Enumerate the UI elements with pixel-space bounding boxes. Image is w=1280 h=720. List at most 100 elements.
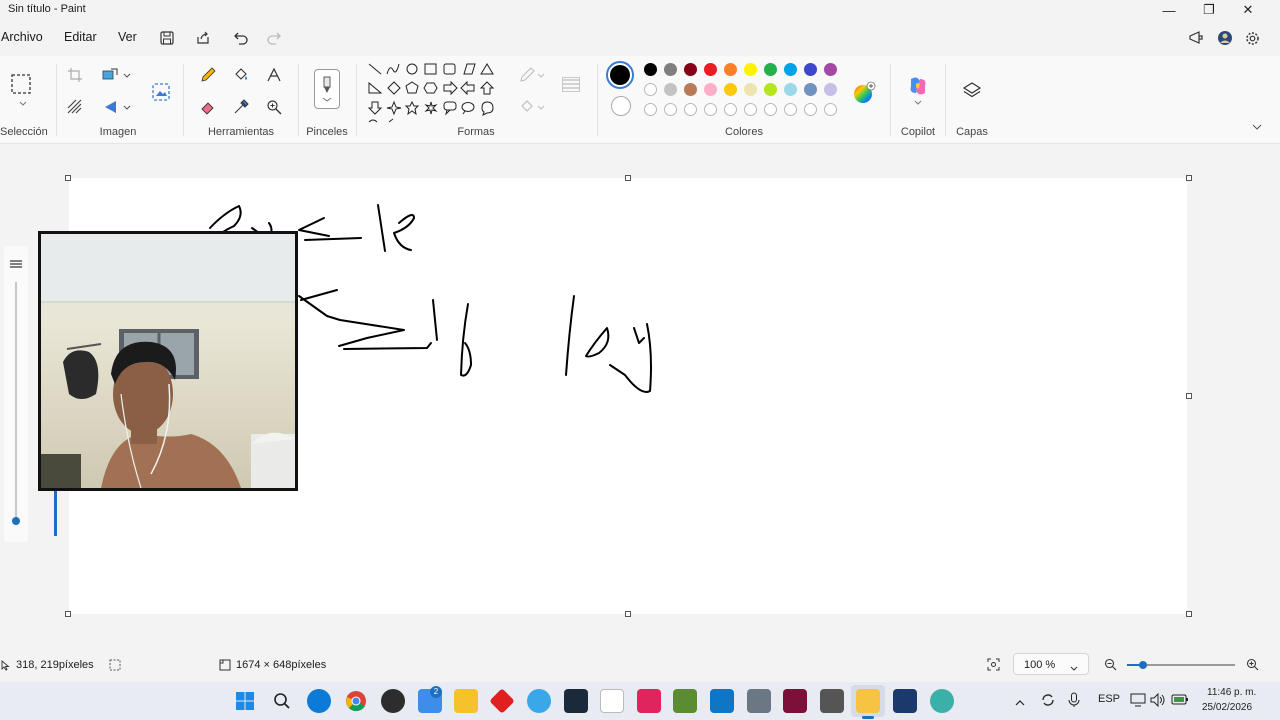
- search-icon[interactable]: [270, 689, 294, 713]
- clock-time[interactable]: 11:46 p. m.: [1207, 687, 1256, 698]
- camera-icon[interactable]: [820, 689, 844, 713]
- text-tool-icon[interactable]: [263, 64, 285, 86]
- color-swatch[interactable]: [644, 63, 657, 76]
- app-globe-icon[interactable]: [527, 689, 551, 713]
- resize-handle[interactable]: [625, 611, 631, 617]
- tray-chevron-icon[interactable]: [1015, 695, 1025, 709]
- brushes-button[interactable]: [314, 69, 340, 109]
- document-app-icon[interactable]: [600, 689, 624, 713]
- color-swatch[interactable]: [684, 63, 697, 76]
- close-button[interactable]: ✕: [1229, 0, 1267, 20]
- pencil-icon[interactable]: [197, 64, 219, 86]
- brush-size-slider-thumb[interactable]: [12, 517, 20, 525]
- copilot-dropdown-icon[interactable]: [911, 96, 925, 108]
- minimize-button[interactable]: —: [1150, 0, 1188, 20]
- language-indicator[interactable]: ESP: [1098, 693, 1120, 705]
- zoom-out-icon[interactable]: [1104, 658, 1117, 674]
- color-swatch[interactable]: [704, 83, 717, 96]
- account-avatar-icon[interactable]: [1215, 28, 1235, 48]
- crop-icon[interactable]: [64, 64, 86, 86]
- resize-handle[interactable]: [1186, 393, 1192, 399]
- edge-browser-icon[interactable]: [307, 689, 331, 713]
- zoom-select[interactable]: 100 %: [1013, 653, 1089, 675]
- resize-handle[interactable]: [65, 175, 71, 181]
- color-swatch[interactable]: [744, 63, 757, 76]
- feedback-icon[interactable]: [1186, 28, 1206, 48]
- menu-archivo[interactable]: Archivo: [1, 30, 43, 44]
- custom-color-slot[interactable]: [644, 103, 657, 116]
- color-swatch[interactable]: [764, 83, 777, 96]
- shapes-gallery[interactable]: [365, 62, 503, 124]
- line-size-icon[interactable]: [560, 74, 582, 96]
- resize-handle[interactable]: [65, 611, 71, 617]
- custom-color-slot[interactable]: [744, 103, 757, 116]
- color-swatch[interactable]: [724, 63, 737, 76]
- color-swatch[interactable]: [824, 63, 837, 76]
- color-picker-icon[interactable]: [230, 96, 252, 118]
- custom-color-slot[interactable]: [764, 103, 777, 116]
- undo-icon[interactable]: [231, 28, 251, 48]
- start-button-icon[interactable]: [233, 689, 257, 713]
- color-swatch[interactable]: [824, 83, 837, 96]
- color-swatch[interactable]: [784, 83, 797, 96]
- resize-handle[interactable]: [1186, 175, 1192, 181]
- shape-outline-dropdown-icon[interactable]: [534, 64, 548, 86]
- image-insert-icon[interactable]: [150, 81, 172, 103]
- save-icon[interactable]: [157, 28, 177, 48]
- color-swatch[interactable]: [664, 63, 677, 76]
- selection-tool-icon[interactable]: [9, 72, 33, 96]
- custom-color-slot[interactable]: [784, 103, 797, 116]
- paint-app-icon[interactable]: [856, 689, 880, 713]
- color-swatch[interactable]: [704, 63, 717, 76]
- chrome-browser-icon[interactable]: [344, 689, 368, 713]
- ribbon-collapse-icon[interactable]: [1248, 120, 1266, 134]
- layers-icon[interactable]: [961, 80, 983, 102]
- rotate-icon[interactable]: [99, 96, 121, 118]
- app-world-icon[interactable]: [930, 689, 954, 713]
- zoom-slider-thumb[interactable]: [1139, 661, 1147, 669]
- tiktok-icon[interactable]: [637, 689, 661, 713]
- resize-dropdown-icon[interactable]: [120, 64, 134, 86]
- color-swatch[interactable]: [804, 83, 817, 96]
- background-remove-icon[interactable]: [64, 96, 86, 118]
- share-icon[interactable]: [193, 28, 213, 48]
- custom-color-slot[interactable]: [684, 103, 697, 116]
- terminal-app-icon[interactable]: [564, 689, 588, 713]
- menu-editar[interactable]: Editar: [64, 30, 97, 44]
- app-diamond-icon[interactable]: [489, 688, 515, 714]
- maximize-button[interactable]: ❐: [1190, 0, 1228, 20]
- vscode-icon[interactable]: [710, 689, 734, 713]
- color-swatch[interactable]: [724, 83, 737, 96]
- custom-color-slot[interactable]: [704, 103, 717, 116]
- sync-icon[interactable]: [1040, 692, 1056, 711]
- network-icon[interactable]: [1130, 693, 1146, 710]
- app-red-icon[interactable]: [783, 689, 807, 713]
- resize-icon[interactable]: [99, 64, 121, 86]
- custom-color-slot[interactable]: [804, 103, 817, 116]
- clock-date[interactable]: 25/02/2026: [1202, 702, 1252, 713]
- menu-ver[interactable]: Ver: [118, 30, 137, 44]
- color-swatch[interactable]: [664, 83, 677, 96]
- resize-handle[interactable]: [625, 175, 631, 181]
- volume-icon[interactable]: [1150, 692, 1166, 710]
- color-swatch[interactable]: [764, 63, 777, 76]
- magnifier-icon[interactable]: [263, 96, 285, 118]
- app-tower-icon[interactable]: [747, 689, 771, 713]
- custom-color-slot[interactable]: [824, 103, 837, 116]
- color-swatch[interactable]: [744, 83, 757, 96]
- eraser-icon[interactable]: [197, 96, 219, 118]
- microphone-icon[interactable]: [1068, 692, 1080, 711]
- minecraft-icon[interactable]: [673, 689, 697, 713]
- rotate-dropdown-icon[interactable]: [120, 96, 134, 118]
- secondary-color-swatch[interactable]: [611, 96, 631, 116]
- color-swatch[interactable]: [684, 83, 697, 96]
- steam-icon[interactable]: [893, 689, 917, 713]
- obs-studio-icon[interactable]: [381, 689, 405, 713]
- settings-gear-icon[interactable]: [1242, 28, 1262, 48]
- fill-bucket-icon[interactable]: [230, 64, 252, 86]
- color-swatch[interactable]: [784, 63, 797, 76]
- fit-to-window-icon[interactable]: [987, 658, 1000, 674]
- color-swatch[interactable]: [644, 83, 657, 96]
- shape-fill-dropdown-icon[interactable]: [534, 96, 548, 118]
- battery-icon[interactable]: [1171, 694, 1189, 709]
